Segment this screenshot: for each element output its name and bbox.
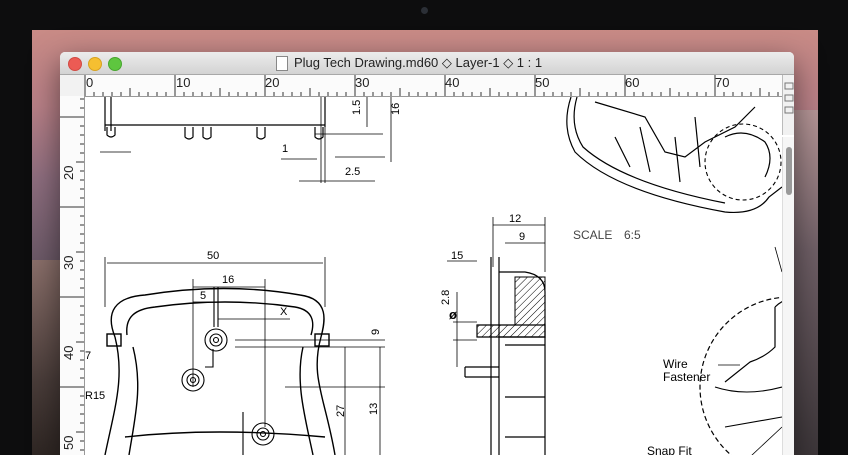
top-view-pins bbox=[106, 127, 324, 140]
dim-5: 5 bbox=[200, 290, 206, 302]
ruler-tools-panel[interactable] bbox=[782, 75, 794, 135]
dim-1-5: 1.5 bbox=[351, 100, 363, 115]
technical-drawing: 1.5 16 1 2.5 50 16 5 X 9 27 13 7 R15 12 … bbox=[85, 96, 794, 455]
title-bar[interactable]: Plug Tech Drawing.md60 ◇ Layer-1 ◇ 1 : 1 bbox=[60, 52, 794, 75]
dim-50: 50 bbox=[207, 250, 219, 262]
top-view-body bbox=[104, 97, 326, 131]
vruler-label-20: 20 bbox=[61, 165, 76, 180]
scale-label: SCALE bbox=[573, 228, 612, 242]
hruler-label-10: 10 bbox=[176, 75, 191, 90]
dim-13: 13 bbox=[368, 403, 380, 415]
dim-9: 9 bbox=[519, 231, 525, 243]
dim-2-5: 2.5 bbox=[345, 166, 360, 178]
vruler-label-40: 40 bbox=[61, 345, 76, 360]
hruler-label-60: 60 bbox=[625, 75, 640, 90]
window-title: Plug Tech Drawing.md60 ◇ Layer-1 ◇ 1 : 1 bbox=[294, 55, 543, 70]
hruler-label-50: 50 bbox=[535, 75, 550, 90]
callout-snap-fit: Snap Fit bbox=[647, 444, 692, 455]
scale-value: 6:5 bbox=[624, 228, 641, 242]
maximize-icon[interactable] bbox=[108, 57, 122, 71]
callout-wire-line1: Wire bbox=[663, 357, 688, 371]
dim-12: 12 bbox=[509, 213, 521, 225]
vruler-label-50: 50 bbox=[61, 435, 76, 450]
vruler-label-30: 30 bbox=[61, 255, 76, 270]
hruler-label-30: 30 bbox=[355, 75, 370, 90]
dim-27: 27 bbox=[335, 405, 347, 417]
vertical-scrollbar[interactable] bbox=[782, 137, 794, 455]
hruler-label-40: 40 bbox=[445, 75, 460, 90]
callout-wire-line2: Fastener bbox=[663, 370, 710, 384]
dim-r15: R15 bbox=[85, 390, 105, 402]
ruler-corner[interactable] bbox=[60, 75, 85, 97]
horizontal-ruler[interactable]: 0 10 20 30 40 50 60 70 bbox=[84, 75, 782, 97]
isometric-plug-view bbox=[566, 96, 783, 214]
front-view-plug bbox=[104, 287, 336, 455]
front-view-dimensions bbox=[104, 257, 385, 455]
minimize-icon[interactable] bbox=[88, 57, 102, 71]
section-hatch-upper bbox=[514, 276, 546, 326]
camera-dot bbox=[421, 7, 428, 14]
dim-16: 16 bbox=[222, 274, 234, 286]
dim-15: 15 bbox=[451, 250, 463, 262]
diameter-symbol: ø bbox=[449, 307, 457, 322]
hruler-label-0: 0 bbox=[86, 75, 94, 90]
vertical-ruler-ticks bbox=[60, 98, 84, 451]
dim-7: 7 bbox=[85, 350, 91, 362]
document-icon bbox=[276, 56, 288, 71]
dim-x: X bbox=[280, 306, 288, 318]
hruler-label-20: 20 bbox=[265, 75, 280, 90]
scrollbar-thumb[interactable] bbox=[786, 147, 792, 195]
drawing-canvas[interactable]: 1.5 16 1 2.5 50 16 5 X 9 27 13 7 R15 12 … bbox=[85, 96, 794, 455]
section-hatch-pin bbox=[476, 324, 546, 338]
close-icon[interactable] bbox=[68, 57, 82, 71]
dim-9-front: 9 bbox=[370, 329, 382, 335]
detail-magnified-view bbox=[699, 294, 794, 455]
hruler-label-70: 70 bbox=[715, 75, 730, 90]
ruler-tool-icons bbox=[784, 82, 794, 114]
dim-16-top: 16 bbox=[390, 103, 402, 115]
vertical-ruler[interactable]: 20 30 40 50 bbox=[60, 96, 85, 455]
app-window: Plug Tech Drawing.md60 ◇ Layer-1 ◇ 1 : 1… bbox=[60, 52, 794, 455]
dim-1: 1 bbox=[282, 143, 288, 155]
dim-2-8: 2.8 bbox=[440, 290, 452, 305]
